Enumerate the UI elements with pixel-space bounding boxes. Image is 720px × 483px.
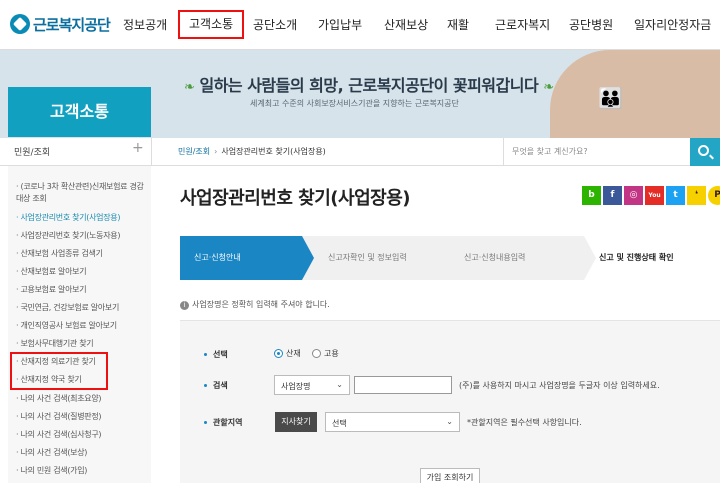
nav-customer[interactable]: 고객소통 bbox=[178, 10, 245, 39]
logo-text: 근로복지공단 bbox=[33, 15, 111, 34]
search-hint: (주)를 사용하지 마시고 사업장명을 두글자 이상 입력하세요. bbox=[459, 381, 660, 390]
family-icon: 👪 bbox=[598, 86, 623, 110]
blog-icon[interactable]: b bbox=[582, 186, 601, 205]
breadcrumb-bar: 민원/조회 + 민원/조회 › 사업장관리번호 찾기(사업장용) 무엇을 찾고 계신… bbox=[0, 138, 720, 166]
sidebar-item[interactable]: · 나의 사건 검색(질병판정) bbox=[16, 411, 102, 422]
sidebar-item[interactable]: · 산재보험 사업종류 검색기 bbox=[16, 248, 103, 259]
step-2: 신고자확인 및 정보입력 bbox=[328, 253, 407, 262]
search-icon bbox=[698, 145, 709, 156]
sidebar-item[interactable]: · 산재보험료 알아보기 bbox=[16, 266, 87, 277]
hands-family-image: 👪 bbox=[550, 50, 720, 138]
info-icon: i bbox=[180, 301, 189, 310]
nav-rehab[interactable]: 재활 bbox=[447, 0, 469, 50]
logo-icon bbox=[10, 14, 30, 34]
search-type-select[interactable]: 사업장명 ⌄ bbox=[274, 375, 350, 395]
logo[interactable]: 근로복지공단 bbox=[10, 10, 111, 38]
choice-label: 선택 bbox=[204, 349, 228, 360]
nav-about[interactable]: 공단소개 bbox=[253, 0, 297, 50]
sns-share: b f ◎ You t ❛ P bbox=[582, 186, 720, 205]
step-4: 신고 및 진행상태 확인 bbox=[599, 253, 674, 262]
breadcrumb: 민원/조회 › 사업장관리번호 찾기(사업장용) bbox=[178, 147, 326, 156]
notice: i 사업장명은 정확히 입력해 주셔야 합니다. bbox=[180, 299, 330, 310]
sidebar-item[interactable]: · (코로나 3차 확산관련)신재보험료 경감 대상 조회 bbox=[16, 181, 150, 205]
sidebar-item-current[interactable]: · 사업장관리번호 찾기(사업장용) bbox=[16, 212, 120, 223]
sidebar-item[interactable]: · 국민연금, 건강보험료 알아보기 bbox=[16, 302, 119, 313]
nav-hospital[interactable]: 공단병원 bbox=[569, 0, 613, 50]
youtube-icon[interactable]: You bbox=[645, 186, 664, 205]
plus-icon[interactable]: + bbox=[132, 140, 144, 156]
sidebar-item[interactable]: · 나의 민원 검색(가입) bbox=[16, 465, 87, 476]
leaf-icon: ❧ bbox=[184, 80, 195, 95]
chevron-down-icon: ⌄ bbox=[446, 417, 453, 426]
step-1: 신고·신청안내 bbox=[180, 236, 314, 280]
top-nav: 근로복지공단 정보공개 고객소통 공단소개 가입납부 산재보상 재활 근로자복지… bbox=[0, 0, 720, 50]
kakaostory-icon[interactable]: P bbox=[708, 186, 720, 205]
radio-goyong[interactable]: 고용 bbox=[312, 348, 339, 359]
page-title: 사업장관리번호 찾기(사업장용) bbox=[180, 188, 411, 209]
submit-button[interactable]: 가입 조회하기 bbox=[420, 468, 480, 483]
breadcrumb-item[interactable]: 민원/조회 bbox=[178, 147, 210, 156]
region-label: 관할지역 bbox=[204, 417, 242, 428]
region-select[interactable]: 선택 ⌄ bbox=[325, 412, 460, 432]
region-hint: *관할지역은 필수선택 사항입니다. bbox=[467, 418, 582, 427]
side-header: 고객소통 bbox=[8, 87, 151, 137]
nav-info[interactable]: 정보공개 bbox=[123, 0, 167, 50]
sidebar-item[interactable]: · 나의 사건 검색(최초요양) bbox=[16, 393, 102, 404]
breadcrumb-current: 사업장관리번호 찾기(사업장용) bbox=[221, 147, 326, 156]
sidebar-item[interactable]: · 개인직영공사 보험료 알아보기 bbox=[16, 320, 117, 331]
radio-sanjae[interactable]: 산재 bbox=[274, 348, 301, 359]
highlight-box bbox=[10, 352, 108, 390]
find-branch-button[interactable]: 지사찾기 bbox=[275, 412, 317, 432]
side-section-title[interactable]: 민원/조회 bbox=[14, 145, 50, 158]
nav-join[interactable]: 가입납부 bbox=[318, 0, 362, 50]
nav-compensation[interactable]: 산재보상 bbox=[384, 0, 428, 50]
kakao-icon[interactable]: ❛ bbox=[687, 186, 706, 205]
nav-job-fund[interactable]: 일자리안정자금 bbox=[634, 0, 711, 50]
search-label: 검색 bbox=[204, 380, 228, 391]
sidebar-item[interactable]: · 보험사무대행기관 찾기 bbox=[16, 338, 94, 349]
search-form: 선택 산재 고용 검색 사업장명 ⌄ (주)를 사용하지 마시고 사업장명을 두글… bbox=[180, 320, 720, 483]
facebook-icon[interactable]: f bbox=[603, 186, 622, 205]
banner-slogan: 일하는 사람들의 희망, 근로복지공단이 꽃피워갑니다 bbox=[199, 76, 539, 95]
company-name-input[interactable] bbox=[354, 376, 452, 394]
banner-subtitle: 세계최고 수준의 사회보장서비스기관을 지향하는 근로복지공단 bbox=[250, 99, 459, 108]
sidebar-item[interactable]: · 고용보험료 알아보기 bbox=[16, 284, 87, 295]
chevron-down-icon: ⌄ bbox=[336, 380, 343, 389]
sidebar-item[interactable]: · 사업장관리번호 찾기(노동자용) bbox=[16, 230, 120, 241]
step-3: 신고·신청내용입력 bbox=[464, 253, 526, 262]
radio-icon bbox=[312, 349, 321, 358]
search-button[interactable] bbox=[690, 138, 720, 166]
step-progress: 신고·신청안내 신고자확인 및 정보입력 신고·신청내용입력 신고 및 진행상태… bbox=[180, 236, 720, 280]
twitter-icon[interactable]: t bbox=[666, 186, 685, 205]
nav-welfare[interactable]: 근로자복지 bbox=[495, 0, 550, 50]
search-input[interactable]: 무엇을 찾고 계신가요? bbox=[503, 138, 691, 166]
sidebar-item[interactable]: · 나의 사건 검색(심사청구) bbox=[16, 429, 102, 440]
instagram-icon[interactable]: ◎ bbox=[624, 186, 643, 205]
radio-icon bbox=[274, 349, 283, 358]
sidebar-item[interactable]: · 나의 사건 검색(보상) bbox=[16, 447, 87, 458]
